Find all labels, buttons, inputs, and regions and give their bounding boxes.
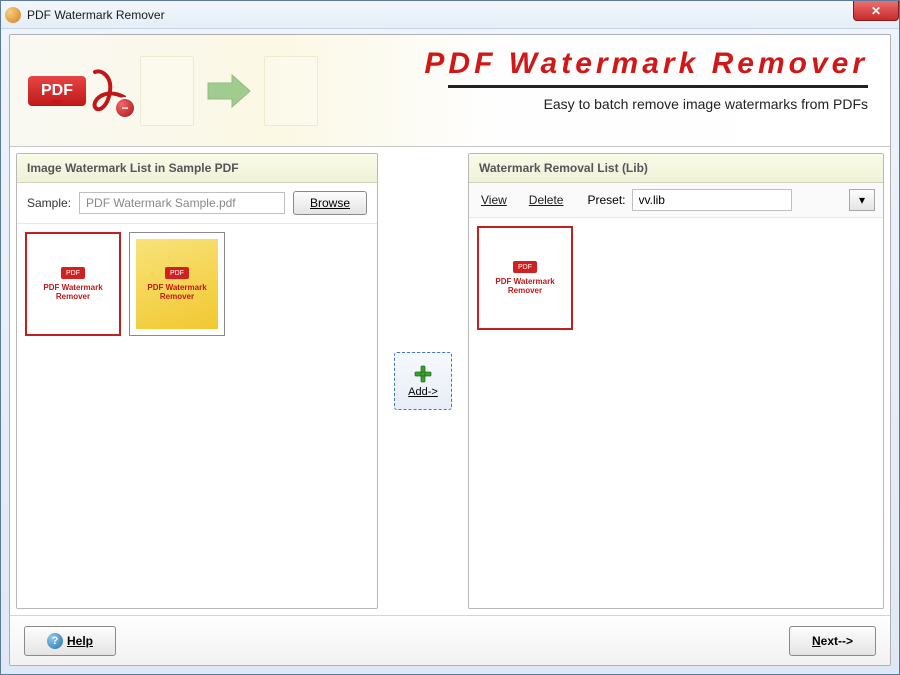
add-button-label: Add->	[408, 386, 438, 398]
help-icon: ?	[47, 633, 63, 649]
left-panel-header: Image Watermark List in Sample PDF	[17, 154, 377, 183]
preset-group: Preset:	[587, 189, 791, 211]
browse-button-label: Browse	[310, 196, 350, 210]
view-button[interactable]: View	[477, 191, 511, 209]
preset-input[interactable]	[632, 189, 792, 211]
right-toolbar: View Delete Preset: ▾	[469, 183, 883, 218]
mini-pdf-icon: PDF	[61, 267, 85, 279]
mini-pdf-icon: PDF	[165, 267, 189, 279]
preset-dropdown-button[interactable]: ▾	[849, 189, 875, 211]
doc-after-icon	[264, 56, 318, 126]
app-window: PDF Watermark Remover ✕ PDF −	[0, 0, 900, 675]
sample-label: Sample:	[27, 196, 71, 210]
app-icon	[5, 7, 21, 23]
next-button[interactable]: Next-->	[789, 626, 876, 656]
mid-column: Add->	[378, 153, 468, 609]
banner: PDF − PDF Watermark Remover	[10, 35, 890, 147]
next-button-label: Next-->	[812, 634, 853, 648]
banner-underline	[448, 85, 868, 88]
delete-button[interactable]: Delete	[525, 191, 568, 209]
thumb-caption: PDF Watermark Remover	[485, 277, 565, 295]
help-button[interactable]: ? Help	[24, 626, 116, 656]
pdf-badge-icon: PDF	[28, 76, 86, 106]
banner-subtitle: Easy to batch remove image watermarks fr…	[424, 96, 868, 112]
arrow-right-icon	[204, 71, 254, 111]
help-button-label: Help	[67, 634, 93, 648]
adobe-reader-icon: −	[90, 67, 130, 115]
thumb-preview: PDF PDF Watermark Remover	[485, 234, 565, 322]
right-thumbs: PDF PDF Watermark Remover	[469, 218, 883, 608]
banner-graphics: PDF −	[28, 56, 318, 126]
mini-pdf-icon: PDF	[513, 261, 537, 273]
add-button[interactable]: Add->	[394, 352, 452, 410]
titlebar: PDF Watermark Remover ✕	[1, 1, 899, 29]
close-icon: ✕	[871, 4, 881, 18]
thumb-preview: PDF PDF Watermark Remover	[33, 240, 113, 328]
workarea: Image Watermark List in Sample PDF Sampl…	[10, 147, 890, 615]
window-title: PDF Watermark Remover	[27, 8, 165, 22]
right-panel-header: Watermark Removal List (Lib)	[469, 154, 883, 183]
left-panel: Image Watermark List in Sample PDF Sampl…	[16, 153, 378, 609]
close-button[interactable]: ✕	[853, 1, 899, 21]
thumb-caption: PDF Watermark Remover	[136, 283, 218, 301]
sample-row: Sample: Browse	[17, 183, 377, 224]
browse-button[interactable]: Browse	[293, 191, 367, 215]
right-panel: Watermark Removal List (Lib) View Delete…	[468, 153, 884, 609]
doc-before-icon	[140, 56, 194, 126]
sample-input[interactable]	[79, 192, 285, 214]
footer: ? Help Next-->	[10, 615, 890, 665]
left-thumbs: PDF PDF Watermark Remover PDF PDF Waterm…	[17, 224, 377, 608]
banner-title: PDF Watermark Remover	[424, 47, 868, 81]
preset-label: Preset:	[587, 193, 625, 207]
watermark-thumb[interactable]: PDF PDF Watermark Remover	[25, 232, 121, 336]
watermark-thumb[interactable]: PDF PDF Watermark Remover	[129, 232, 225, 336]
removal-thumb[interactable]: PDF PDF Watermark Remover	[477, 226, 573, 330]
plus-icon	[413, 364, 433, 384]
thumb-caption: PDF Watermark Remover	[33, 283, 113, 301]
chevron-down-icon: ▾	[859, 193, 865, 207]
remove-minus-icon: −	[114, 97, 136, 119]
client-area: PDF − PDF Watermark Remover	[9, 34, 891, 666]
thumb-preview: PDF PDF Watermark Remover	[136, 239, 218, 329]
banner-text: PDF Watermark Remover Easy to batch remo…	[424, 47, 868, 112]
